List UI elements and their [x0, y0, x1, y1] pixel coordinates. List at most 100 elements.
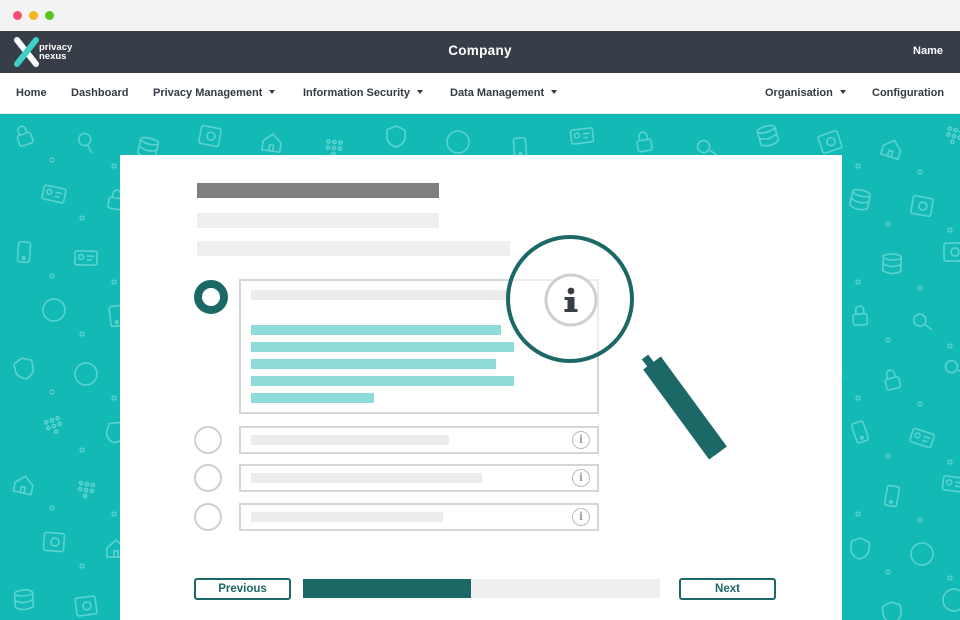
- background-doodle-icon: [945, 126, 960, 145]
- option-3-radio[interactable]: [194, 464, 222, 492]
- progress-bar: [303, 579, 660, 598]
- background-doodle-icon: [569, 127, 595, 145]
- nav-label: Organisation: [765, 87, 833, 99]
- background-doodle-icon: [43, 415, 63, 435]
- background-doodle-icon: [850, 420, 870, 444]
- logo-line-2: nexus: [39, 51, 67, 62]
- background-doodle-icon: [850, 537, 871, 560]
- background-dot: [111, 511, 117, 517]
- logo-x-icon: [14, 37, 39, 67]
- background-doodle-icon: [74, 595, 98, 617]
- user-menu[interactable]: Name: [913, 45, 943, 57]
- background-dot: [917, 169, 923, 175]
- background-dot: [49, 389, 55, 395]
- nav-label: Dashboard: [71, 87, 129, 99]
- background-doodle-icon: [636, 131, 653, 153]
- option-1-detail-line: [251, 376, 514, 386]
- background-dot: [111, 395, 117, 401]
- background-doodle-icon: [944, 359, 960, 375]
- background-dot: [49, 273, 55, 279]
- next-button[interactable]: Next: [679, 578, 776, 600]
- background-dot: [885, 569, 891, 575]
- window-titlebar: [0, 0, 960, 31]
- background-dot: [885, 453, 891, 459]
- question-title-placeholder: [197, 183, 439, 198]
- nav-item-dashboard[interactable]: Dashboard: [71, 87, 128, 99]
- background-doodle-icon: [884, 369, 902, 391]
- background-doodle-icon: [881, 253, 903, 275]
- nav-label: Configuration: [872, 87, 945, 99]
- background-dot: [49, 157, 55, 163]
- background-doodle-icon: [16, 125, 34, 148]
- close-window-button[interactable]: [13, 11, 22, 20]
- chevron-down-icon: [269, 90, 276, 94]
- background-dot: [947, 343, 953, 349]
- nav-label: Home: [16, 87, 47, 99]
- background-doodle-icon: [77, 480, 96, 499]
- background-doodle-icon: [77, 132, 93, 154]
- progress-bar-fill: [303, 579, 471, 598]
- background-doodle-icon: [12, 475, 34, 496]
- chevron-down-icon: [551, 90, 558, 94]
- option-2-radio[interactable]: [194, 426, 222, 454]
- option-1-label-placeholder: [251, 290, 511, 300]
- background-dot: [79, 447, 85, 453]
- background-dot: [947, 575, 953, 581]
- nav-label: Privacy Management: [153, 87, 263, 99]
- info-icon[interactable]: i: [572, 508, 590, 526]
- nav-item-data-management[interactable]: Data Management: [450, 87, 558, 99]
- background-doodle-icon: [198, 124, 222, 148]
- background-dot: [855, 511, 861, 517]
- background-doodle-icon: [386, 125, 407, 148]
- background-dot: [885, 221, 891, 227]
- nav-item-configuration[interactable]: Configuration: [872, 87, 944, 99]
- background-dot: [111, 163, 117, 169]
- chevron-down-icon: [416, 90, 423, 94]
- nav-item-information-security[interactable]: Information Security: [303, 87, 423, 99]
- background-dot: [855, 395, 861, 401]
- background-dot: [947, 459, 953, 465]
- background-doodle-icon: [325, 139, 343, 157]
- nav-item-organisation[interactable]: Organisation: [765, 87, 846, 99]
- questionnaire-card: i i i Previous Next: [120, 155, 842, 620]
- background-doodle-icon: [446, 130, 470, 154]
- background-doodle-icon: [913, 313, 933, 331]
- option-1-radio[interactable]: [194, 280, 228, 314]
- previous-button[interactable]: Previous: [194, 578, 291, 600]
- background-doodle-icon: [942, 588, 960, 612]
- background-dot: [917, 517, 923, 523]
- background-doodle-icon: [910, 542, 934, 566]
- background-dot: [917, 401, 923, 407]
- minimize-window-button[interactable]: [29, 11, 38, 20]
- background-dot: [79, 331, 85, 337]
- background-doodle-icon: [883, 484, 901, 508]
- background-dot: [111, 279, 117, 285]
- background-doodle-icon: [260, 133, 282, 154]
- logo-text: privacy nexus: [39, 43, 72, 62]
- option-4-radio[interactable]: [194, 503, 222, 531]
- option-4-card[interactable]: i: [239, 503, 599, 531]
- background-doodle-icon: [16, 240, 32, 264]
- info-icon[interactable]: i: [572, 469, 590, 487]
- background-dot: [917, 285, 923, 291]
- company-name[interactable]: Company: [448, 43, 512, 58]
- option-1-detail-line: [251, 342, 514, 352]
- nav-item-home[interactable]: Home: [16, 87, 47, 99]
- background-doodle-icon: [13, 589, 35, 611]
- chevron-down-icon: [839, 90, 846, 94]
- app-header: privacy nexus Company Name: [0, 31, 960, 73]
- background-doodle-icon: [909, 427, 935, 449]
- option-1-detail-line: [251, 359, 496, 369]
- background-dot: [947, 227, 953, 233]
- nav-label: Information Security: [303, 87, 410, 99]
- maximize-window-button[interactable]: [45, 11, 54, 20]
- background-doodle-icon: [941, 475, 960, 493]
- background-doodle-icon: [756, 124, 780, 147]
- privacy-nexus-logo[interactable]: privacy nexus: [14, 37, 84, 67]
- option-2-label-placeholder: [251, 435, 449, 445]
- background-doodle-icon: [42, 298, 66, 322]
- option-1-detail-line: [251, 393, 374, 403]
- nav-item-privacy-management[interactable]: Privacy Management: [153, 87, 276, 99]
- background-dot: [855, 279, 861, 285]
- background-doodle-icon: [74, 362, 98, 386]
